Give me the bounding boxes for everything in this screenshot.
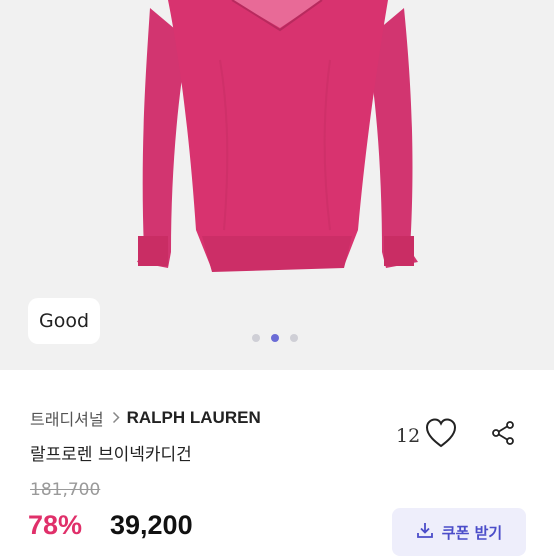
coupon-download-button[interactable]: 쿠폰 받기 [392, 508, 526, 556]
heart-icon[interactable] [424, 417, 458, 453]
breadcrumb: 트래디셔널 RALPH LAUREN [30, 406, 261, 430]
sale-price: 39,200 [110, 510, 193, 540]
condition-badge: Good [28, 298, 100, 344]
page-dot[interactable] [290, 334, 298, 342]
share-icon[interactable] [490, 420, 516, 450]
discount-rate: 78% [28, 510, 83, 540]
download-icon [416, 521, 434, 543]
breadcrumb-brand[interactable]: RALPH LAUREN [127, 408, 261, 428]
original-price: 181,700 [30, 480, 101, 500]
breadcrumb-category[interactable]: 트래디셔널 [30, 406, 104, 430]
image-page-indicator[interactable] [252, 334, 298, 342]
chevron-right-icon [112, 409, 120, 428]
page-dot[interactable] [252, 334, 260, 342]
product-image-gallery[interactable]: Good [0, 0, 554, 370]
page-dot-active[interactable] [271, 334, 279, 342]
product-title: 랄프로렌 브이넥카디건 [30, 445, 192, 465]
like-count: 12 [396, 425, 421, 447]
coupon-label: 쿠폰 받기 [441, 523, 503, 542]
